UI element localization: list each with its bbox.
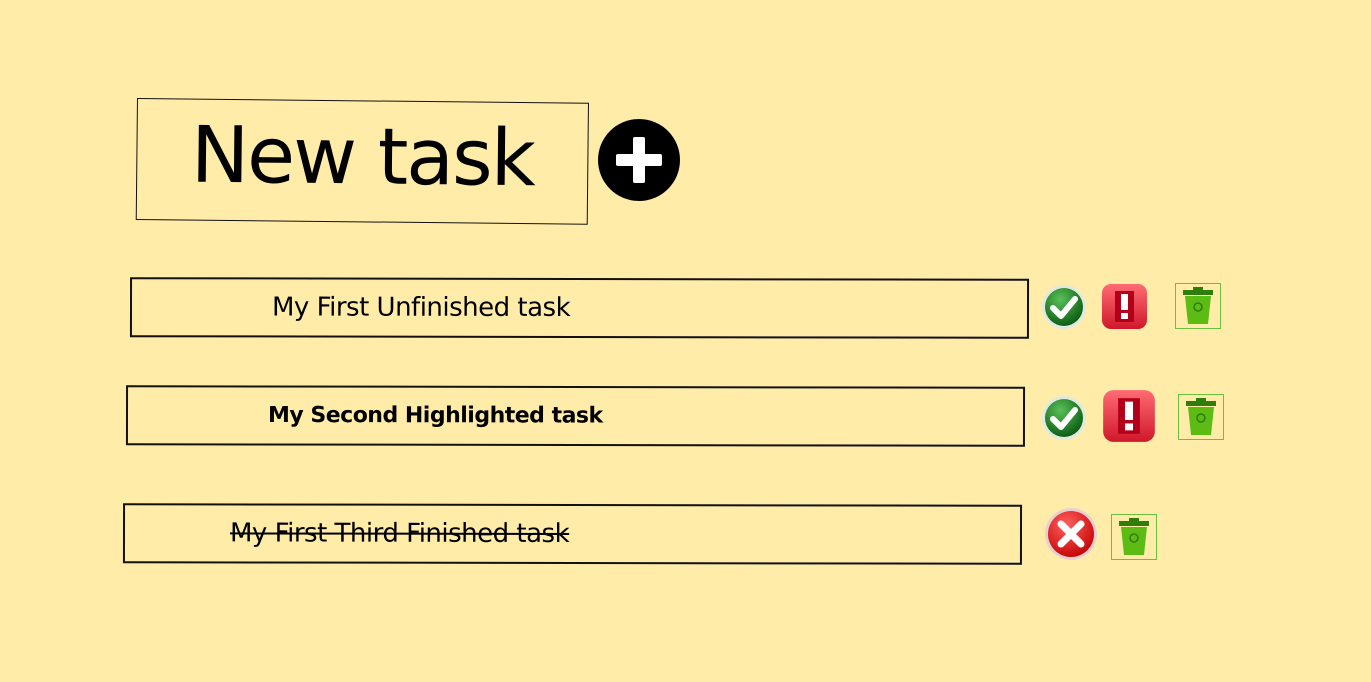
delete-task-button[interactable]: [1111, 514, 1157, 560]
check-icon: [1042, 396, 1086, 440]
check-icon: [1042, 285, 1086, 329]
important-icon: [1103, 390, 1155, 442]
trash-icon: [1111, 514, 1157, 560]
plus-circle-icon: [616, 137, 662, 183]
task-label: My Second Highlighted task: [267, 402, 603, 429]
cancel-icon: [1045, 508, 1097, 560]
add-task-button[interactable]: [598, 119, 680, 201]
complete-task-button[interactable]: [1041, 395, 1087, 441]
important-icon: [1102, 284, 1147, 329]
trash-icon: [1178, 394, 1224, 440]
task-item-2[interactable]: My Second Highlighted task: [125, 385, 1026, 447]
task-item-1[interactable]: My First Unfinished task: [129, 277, 1030, 339]
mark-important-button[interactable]: [1101, 283, 1148, 330]
task-label: My First Third Finished task: [229, 518, 570, 549]
delete-task-button[interactable]: [1175, 283, 1221, 329]
task-label: My First Unfinished task: [271, 292, 571, 323]
new-task-input[interactable]: New task: [135, 98, 589, 225]
complete-task-button[interactable]: [1041, 284, 1087, 330]
trash-icon: [1175, 283, 1221, 329]
delete-task-button[interactable]: [1178, 394, 1224, 440]
mark-important-button[interactable]: [1102, 389, 1156, 443]
undo-complete-button[interactable]: [1044, 507, 1098, 561]
new-task-label: New task: [190, 110, 535, 205]
task-item-3[interactable]: My First Third Finished task: [122, 503, 1023, 565]
